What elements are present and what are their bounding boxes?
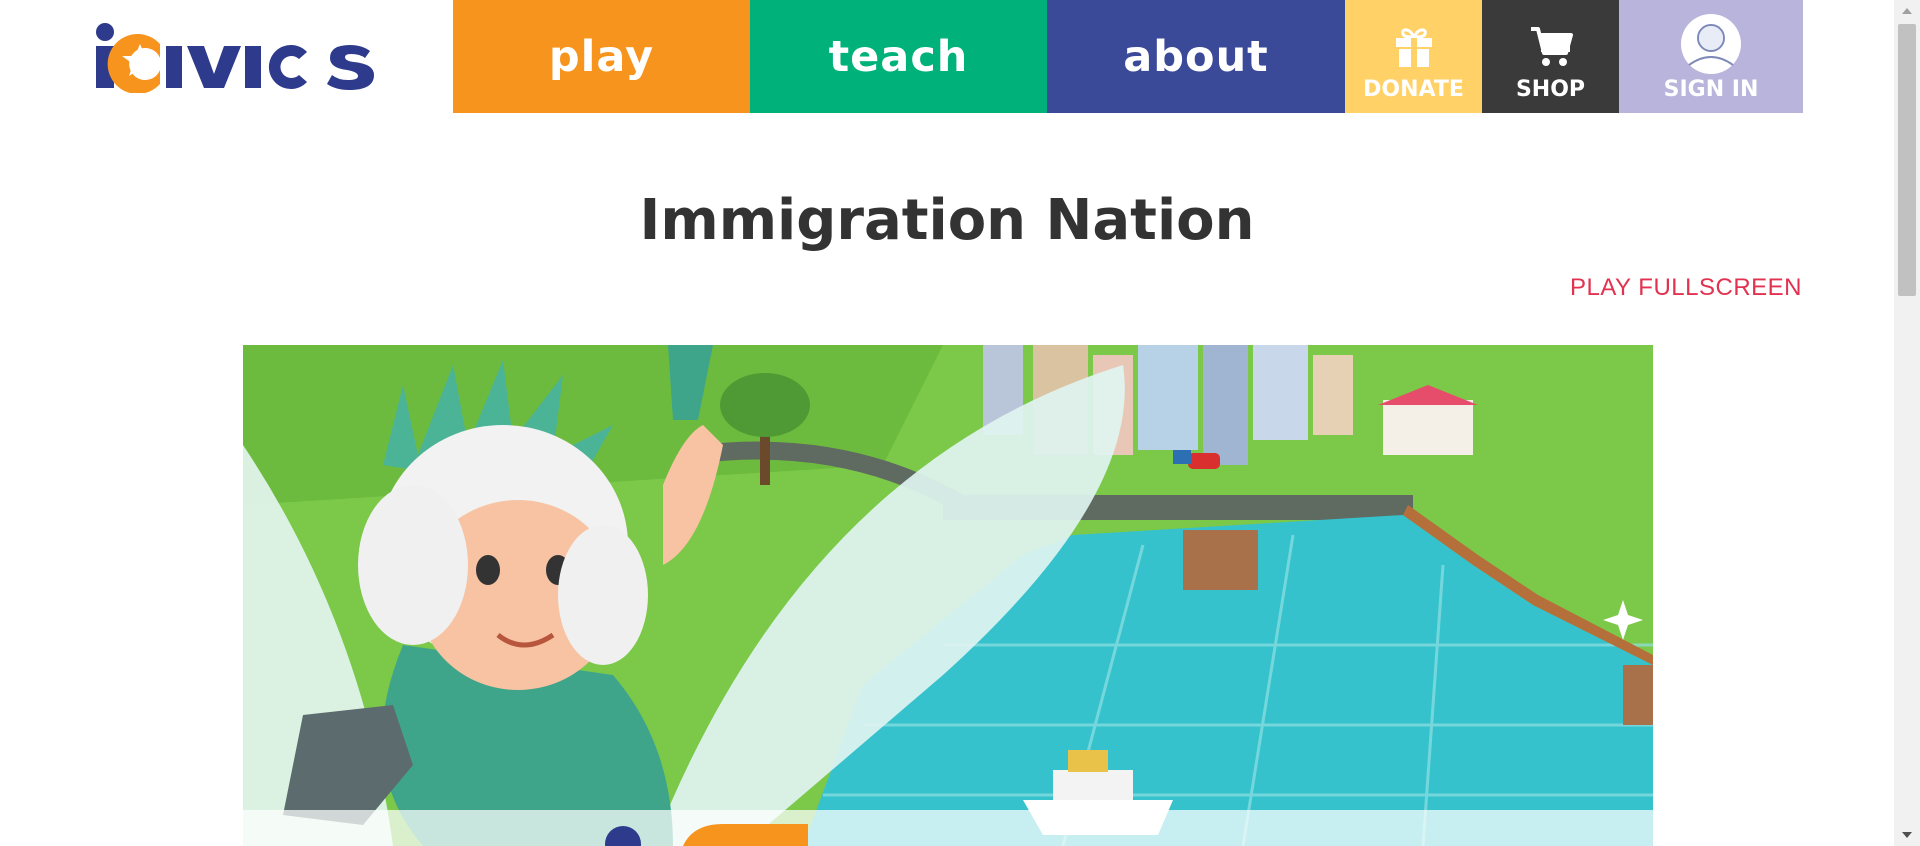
nav-shop-label: SHOP [1515,77,1586,102]
nav-sign-in-label: SIGN IN [1663,77,1759,102]
nav-donate-label: DONATE [1363,77,1464,102]
scroll-up-arrow-icon[interactable] [1894,0,1920,22]
scroll-down-arrow-icon[interactable] [1894,824,1920,846]
nav-teach-label: teach [828,31,969,82]
play-fullscreen-link[interactable]: PLAY FULLSCREEN [1570,274,1802,302]
page-title: Immigration Nation [639,188,1255,253]
nav-donate-button[interactable]: DONATE [1345,0,1482,113]
nav-play-label: play [548,31,655,82]
site-header: play teach about DONATE SHOP SIGN IN [0,0,1920,113]
game-logo-peek [605,824,808,846]
game-bottom-overlay [243,810,1653,846]
nav-sign-in-button[interactable]: SIGN IN [1619,0,1803,113]
game-splash-image [243,345,1653,846]
nav-shop-button[interactable]: SHOP [1482,0,1619,113]
user-avatar-icon [1681,14,1741,74]
game-frame[interactable] [243,345,1653,846]
main-nav: play teach about DONATE SHOP SIGN IN [453,0,1803,113]
nav-about[interactable]: about [1047,0,1345,113]
scrollbar-thumb[interactable] [1898,24,1916,296]
icivics-logo[interactable] [92,18,378,93]
vertical-scrollbar[interactable] [1894,0,1920,846]
nav-about-label: about [1123,31,1269,82]
nav-play[interactable]: play [453,0,750,113]
gift-icon [1395,28,1432,67]
cart-icon [1530,27,1573,66]
nav-teach[interactable]: teach [750,0,1047,113]
